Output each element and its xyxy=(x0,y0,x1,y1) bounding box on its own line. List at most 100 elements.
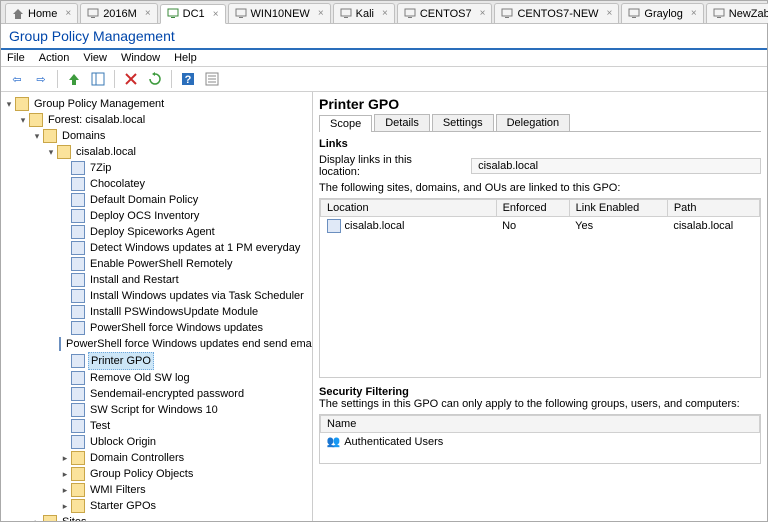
tree-item[interactable]: ▾Forest: cisalab.local xyxy=(3,112,310,128)
tree-item[interactable]: Default Domain Policy xyxy=(3,192,310,208)
refresh-button[interactable] xyxy=(145,69,165,89)
links-caption: The following sites, domains, and OUs ar… xyxy=(319,182,761,194)
show-hide-tree-button[interactable] xyxy=(88,69,108,89)
tree-item[interactable]: Remove Old SW log xyxy=(3,370,310,386)
tree-item[interactable]: PowerShell force Windows updates xyxy=(3,320,310,336)
tree-item[interactable]: Install and Restart xyxy=(3,272,310,288)
vm-tab-kali[interactable]: Kali × xyxy=(333,3,395,23)
tree-item[interactable]: ▸WMI Filters xyxy=(3,482,310,498)
back-button[interactable]: ⇦ xyxy=(7,69,27,89)
domain-icon xyxy=(57,145,71,159)
vm-tab-home[interactable]: Home × xyxy=(5,3,78,23)
col-enforced[interactable]: Enforced xyxy=(496,200,569,217)
tree-item[interactable]: Ublock Origin xyxy=(3,434,310,450)
menu-help[interactable]: Help xyxy=(174,52,197,64)
expand-icon[interactable]: ▸ xyxy=(59,482,71,498)
up-button[interactable] xyxy=(64,69,84,89)
menu-window[interactable]: Window xyxy=(121,52,160,64)
tab-delegation[interactable]: Delegation xyxy=(496,114,571,131)
menu-file[interactable]: File xyxy=(7,52,25,64)
tab-settings[interactable]: Settings xyxy=(432,114,494,131)
close-icon[interactable]: × xyxy=(314,8,324,19)
tree-item-label: Deploy OCS Inventory xyxy=(88,208,201,224)
expand-icon[interactable]: ▸ xyxy=(59,466,71,482)
monitor-icon xyxy=(501,8,513,20)
vm-tab-centos7-new[interactable]: CENTOS7-NEW × xyxy=(494,3,619,23)
details-tabs: Scope Details Settings Delegation xyxy=(319,114,761,132)
gpo-icon xyxy=(71,403,85,417)
gpo-icon xyxy=(71,354,85,368)
fld-icon xyxy=(71,499,85,513)
col-name[interactable]: Name xyxy=(321,416,760,433)
tree-item[interactable]: Chocolatey xyxy=(3,176,310,192)
expand-icon[interactable]: ▸ xyxy=(31,514,43,521)
tree-item[interactable]: ▾cisalab.local xyxy=(3,144,310,160)
collapse-icon[interactable]: ▾ xyxy=(31,128,43,144)
links-table[interactable]: Location Enforced Link Enabled Path cisa… xyxy=(319,198,761,378)
vm-tab-graylog[interactable]: Graylog × xyxy=(621,3,703,23)
gpo-icon xyxy=(71,305,85,319)
tree-item[interactable]: ▾Domains xyxy=(3,128,310,144)
col-link-enabled[interactable]: Link Enabled xyxy=(569,200,667,217)
help-button[interactable]: ? xyxy=(178,69,198,89)
tree-item[interactable]: Install Windows updates via Task Schedul… xyxy=(3,288,310,304)
col-location[interactable]: Location xyxy=(321,200,497,217)
security-filtering-table[interactable]: Name 👥Authenticated Users xyxy=(319,414,761,464)
tree-item-label: Starter GPOs xyxy=(88,498,158,514)
tab-details[interactable]: Details xyxy=(374,114,430,131)
tree-item[interactable]: Deploy Spiceworks Agent xyxy=(3,224,310,240)
vm-tab-centos7[interactable]: CENTOS7 × xyxy=(397,3,493,23)
tree-item[interactable]: Detect Windows updates at 1 PM everyday xyxy=(3,240,310,256)
vm-tab-newzabbix[interactable]: NewZabbix × xyxy=(706,3,768,23)
collapse-icon[interactable]: ▾ xyxy=(17,112,29,128)
tree-item-label: Default Domain Policy xyxy=(88,192,200,208)
tree-item[interactable]: PowerShell force Windows updates end sen… xyxy=(3,336,310,352)
tree-item[interactable]: Installl PSWindowsUpdate Module xyxy=(3,304,310,320)
tree-item[interactable]: Printer GPO xyxy=(3,352,310,370)
tree-item[interactable]: ▾Group Policy Management xyxy=(3,96,310,112)
gpo-icon xyxy=(71,161,85,175)
tree-item-label: Domain Controllers xyxy=(88,450,186,466)
tree-item[interactable]: ▸Group Policy Objects xyxy=(3,466,310,482)
collapse-icon[interactable]: ▾ xyxy=(3,96,15,112)
menu-action[interactable]: Action xyxy=(39,52,70,64)
tree-item[interactable]: SW Script for Windows 10 xyxy=(3,402,310,418)
close-icon[interactable]: × xyxy=(476,8,486,19)
forward-button[interactable]: ⇨ xyxy=(31,69,51,89)
tree-item[interactable]: Test xyxy=(3,418,310,434)
close-icon[interactable]: × xyxy=(61,8,71,19)
console-tree[interactable]: ▾Group Policy Management▾Forest: cisalab… xyxy=(1,92,313,521)
tree-item[interactable]: ▸ Domain Controllers xyxy=(3,450,310,466)
menu-view[interactable]: View xyxy=(83,52,107,64)
expand-icon[interactable]: ▸ xyxy=(59,450,71,466)
tree-item[interactable]: 7Zip xyxy=(3,160,310,176)
options-button[interactable] xyxy=(202,69,222,89)
app-title: Group Policy Management xyxy=(1,24,767,50)
vm-tab-2016m[interactable]: 2016M × xyxy=(80,3,157,23)
close-icon[interactable]: × xyxy=(209,9,219,20)
col-path[interactable]: Path xyxy=(667,200,759,217)
tree-item[interactable]: Enable PowerShell Remotely xyxy=(3,256,310,272)
tree-item[interactable]: Deploy OCS Inventory xyxy=(3,208,310,224)
close-icon[interactable]: × xyxy=(378,8,388,19)
vm-tab-dc1[interactable]: DC1 × xyxy=(160,4,226,24)
vm-tab-win10new[interactable]: WIN10NEW × xyxy=(228,3,331,23)
tree-item-label: PowerShell force Windows updates xyxy=(88,320,265,336)
tree-item[interactable]: ▸Sites xyxy=(3,514,310,521)
close-icon[interactable]: × xyxy=(141,8,151,19)
vm-tab-label: Home xyxy=(28,8,57,20)
fld-icon xyxy=(43,515,57,521)
table-row[interactable]: 👥Authenticated Users xyxy=(321,433,760,451)
tab-scope[interactable]: Scope xyxy=(319,115,372,132)
close-icon[interactable]: × xyxy=(687,8,697,19)
links-location-dropdown[interactable]: cisalab.local xyxy=(471,158,761,174)
close-icon[interactable]: × xyxy=(603,8,613,19)
tree-item-label: Ublock Origin xyxy=(88,434,158,450)
collapse-icon[interactable]: ▾ xyxy=(45,144,57,160)
table-row[interactable]: cisalab.local No Yes cisalab.local xyxy=(321,217,760,236)
delete-button[interactable] xyxy=(121,69,141,89)
tree-item[interactable]: Sendemail-encrypted password xyxy=(3,386,310,402)
tree-item[interactable]: ▸ Starter GPOs xyxy=(3,498,310,514)
mmc-icon xyxy=(15,97,29,111)
expand-icon[interactable]: ▸ xyxy=(59,498,71,514)
